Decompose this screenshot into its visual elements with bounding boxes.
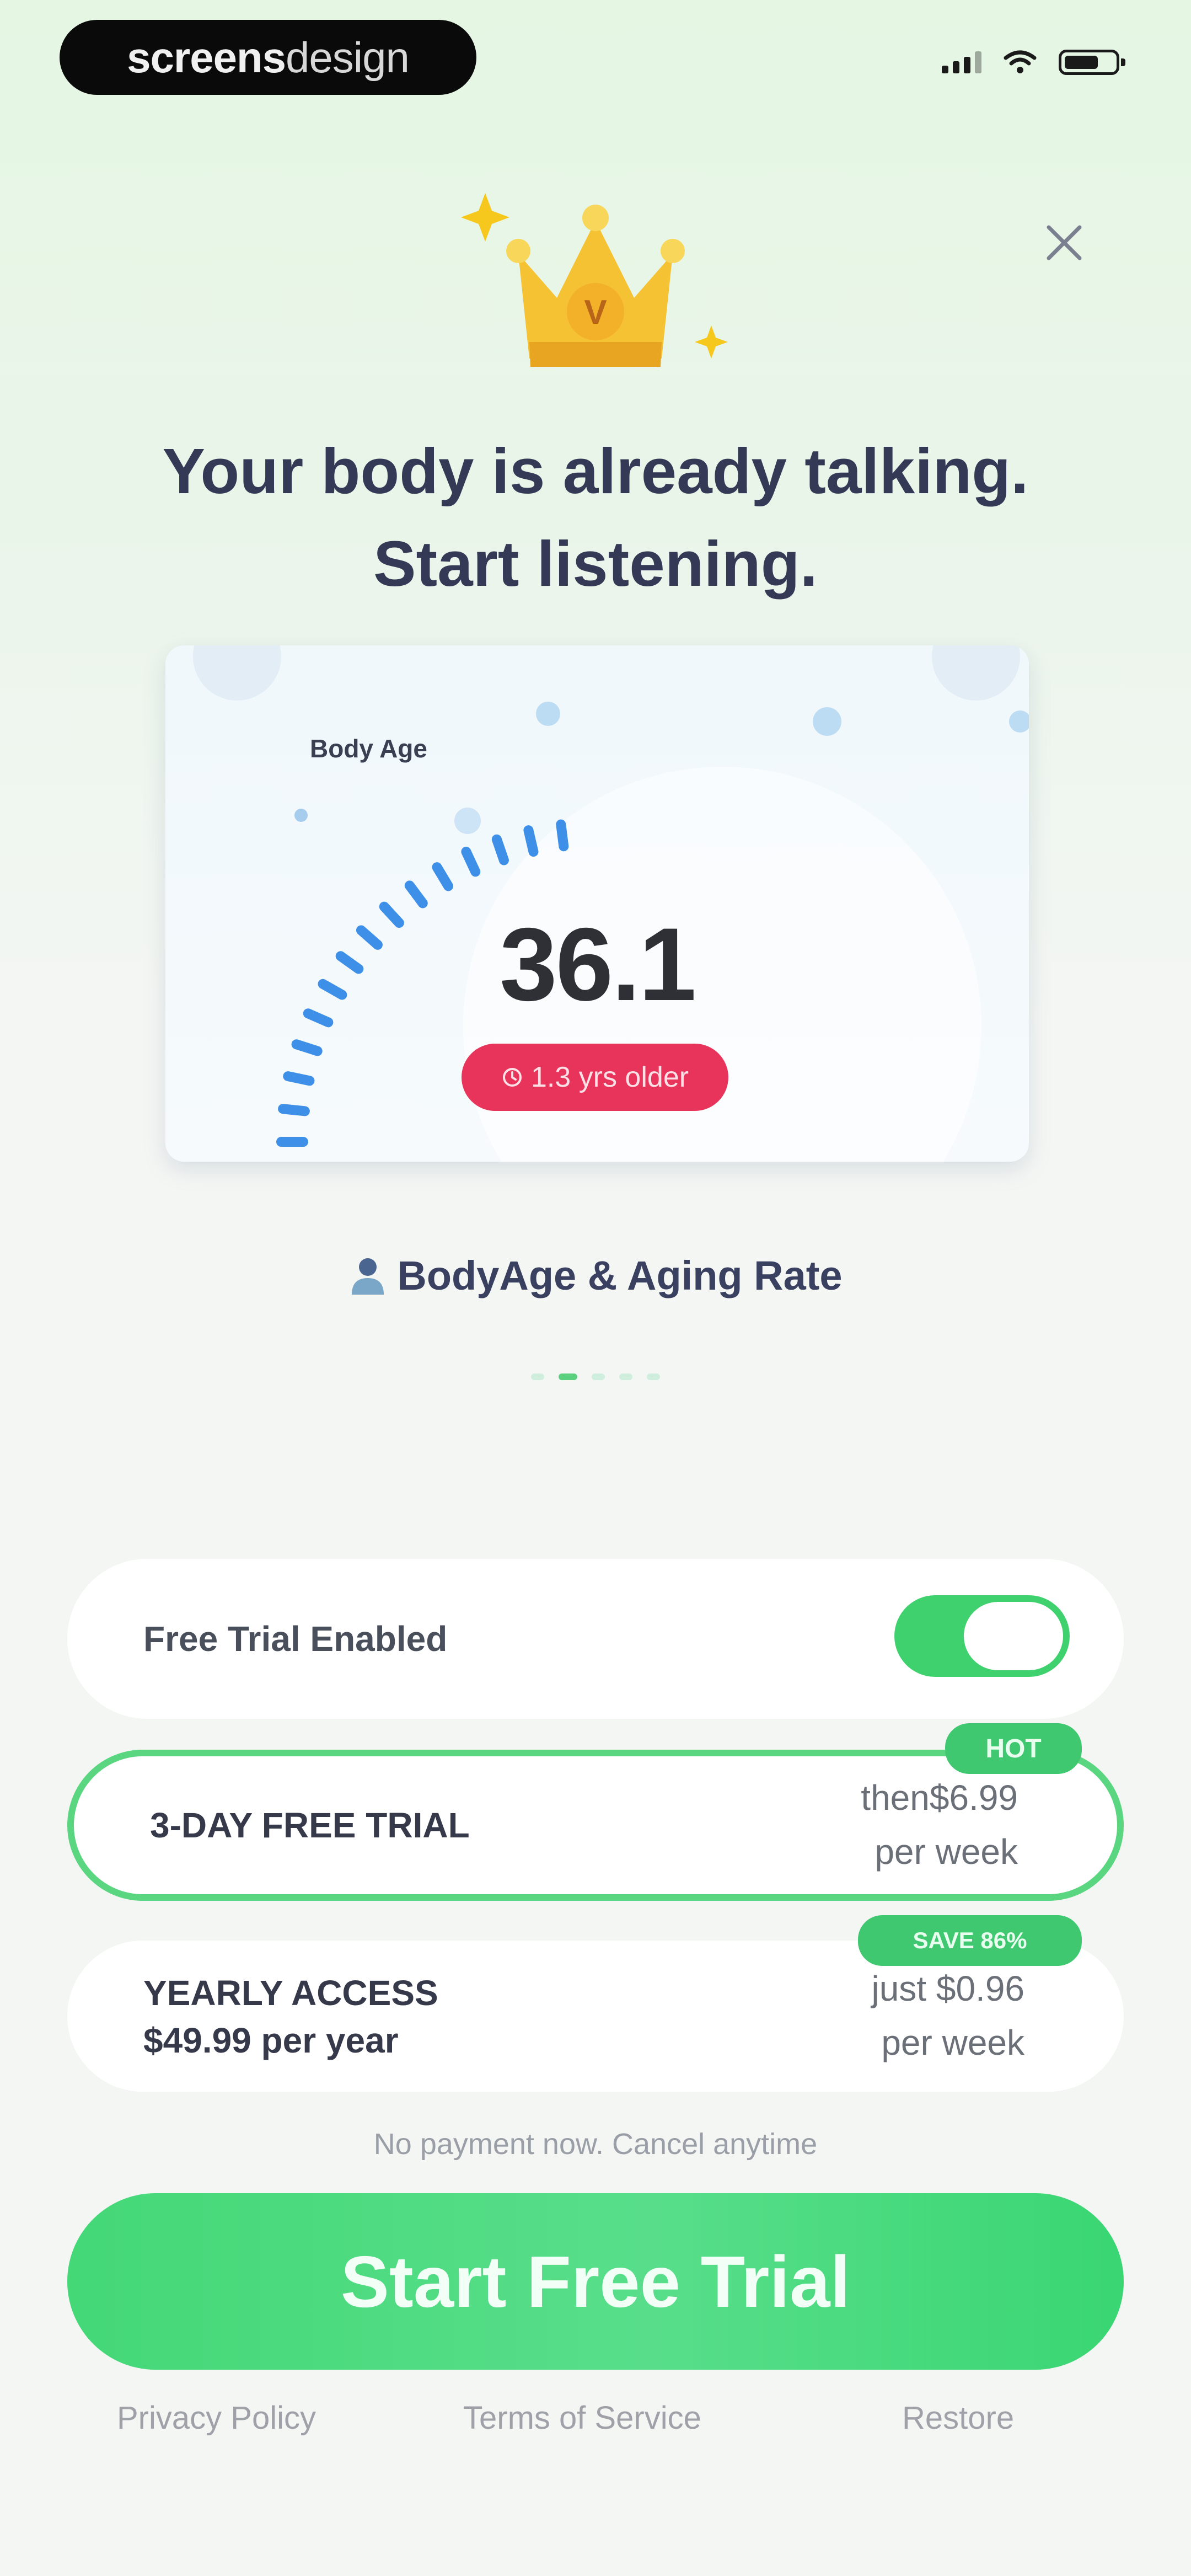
free-trial-toggle-row[interactable]: Free Trial Enabled bbox=[67, 1559, 1124, 1719]
status-icons bbox=[942, 50, 1125, 75]
hot-tag-text: HOT bbox=[985, 1734, 1042, 1763]
save-tag: SAVE 86% bbox=[858, 1915, 1082, 1966]
person-icon bbox=[352, 1258, 384, 1295]
plan-price-line1: just $0.96 bbox=[871, 1969, 1024, 2008]
carousel-dot-active[interactable] bbox=[559, 1373, 577, 1380]
carousel-dot[interactable] bbox=[531, 1373, 544, 1380]
start-free-trial-button[interactable]: Start Free Trial bbox=[67, 2193, 1124, 2370]
paywall-screen: screens design V Your body is already tal… bbox=[0, 0, 1191, 2576]
carousel-dot[interactable] bbox=[619, 1373, 632, 1380]
gauge-tick bbox=[491, 834, 509, 865]
headline-line-2: Start listening. bbox=[373, 528, 818, 600]
payment-note: No payment now. Cancel anytime bbox=[373, 2128, 818, 2161]
body-age-label: Body Age bbox=[310, 734, 427, 763]
free-trial-label: Free Trial Enabled bbox=[143, 1619, 448, 1659]
privacy-policy-link[interactable]: Privacy Policy bbox=[117, 2399, 316, 2436]
carousel-dot[interactable] bbox=[592, 1373, 605, 1380]
plan-name: 3-DAY FREE TRIAL bbox=[150, 1805, 470, 1845]
gauge-tick bbox=[283, 1071, 315, 1086]
screensdesign-logo: screens design bbox=[60, 20, 476, 95]
feature-title: BodyAge & Aging Rate bbox=[0, 1252, 1191, 1299]
gauge-tick bbox=[556, 819, 569, 852]
crown-icon: V bbox=[461, 193, 728, 367]
wifi-icon bbox=[1004, 50, 1037, 73]
battery-icon bbox=[1059, 50, 1125, 75]
gauge-tick bbox=[278, 1104, 310, 1116]
body-age-card: Body Age 36.1 1.3 yrs older bbox=[165, 645, 1029, 1162]
gauge-tick bbox=[461, 847, 481, 877]
save-tag-text: SAVE 86% bbox=[913, 1927, 1027, 1953]
gauge-tick bbox=[523, 825, 539, 857]
restore-link[interactable]: Restore bbox=[902, 2399, 1014, 2436]
plan-price-line1: then$6.99 bbox=[861, 1778, 1018, 1818]
hot-tag: HOT bbox=[945, 1723, 1082, 1774]
brand-bold: screens bbox=[127, 33, 286, 82]
plan-name: YEARLY ACCESS $49.99 per year bbox=[143, 1969, 438, 2064]
gauge-tick bbox=[291, 1039, 323, 1056]
svg-text:V: V bbox=[584, 293, 607, 332]
body-age-value: 36.1 bbox=[500, 906, 696, 1022]
aging-badge: 1.3 yrs older bbox=[462, 1044, 728, 1111]
plan-price: just $0.96 per week bbox=[871, 1962, 1024, 2070]
carousel-dots[interactable] bbox=[0, 1373, 1191, 1380]
close-icon[interactable] bbox=[1037, 215, 1092, 270]
clock-icon bbox=[502, 1068, 522, 1087]
carousel-dot[interactable] bbox=[647, 1373, 660, 1380]
plan-price-line2: per week bbox=[881, 2023, 1024, 2062]
headline: Your body is already talking. Start list… bbox=[0, 425, 1191, 610]
brand-light: design bbox=[286, 33, 410, 82]
plan-price: then$6.99 per week bbox=[861, 1771, 1018, 1879]
free-trial-switch[interactable] bbox=[894, 1595, 1070, 1677]
feature-title-text: BodyAge & Aging Rate bbox=[397, 1253, 843, 1298]
plan-name-line1: YEARLY ACCESS bbox=[143, 1973, 438, 2013]
gauge-tick bbox=[432, 862, 454, 891]
switch-knob bbox=[964, 1602, 1063, 1670]
gauge-tick bbox=[404, 880, 428, 908]
plan-price-line2: per week bbox=[875, 1832, 1018, 1872]
terms-of-service-link[interactable]: Terms of Service bbox=[463, 2399, 701, 2436]
headline-line-1: Your body is already talking. bbox=[162, 435, 1029, 507]
signal-icon bbox=[942, 51, 981, 73]
aging-badge-text: 1.3 yrs older bbox=[530, 1061, 689, 1093]
plan-name-line2: $49.99 per year bbox=[143, 2021, 399, 2060]
